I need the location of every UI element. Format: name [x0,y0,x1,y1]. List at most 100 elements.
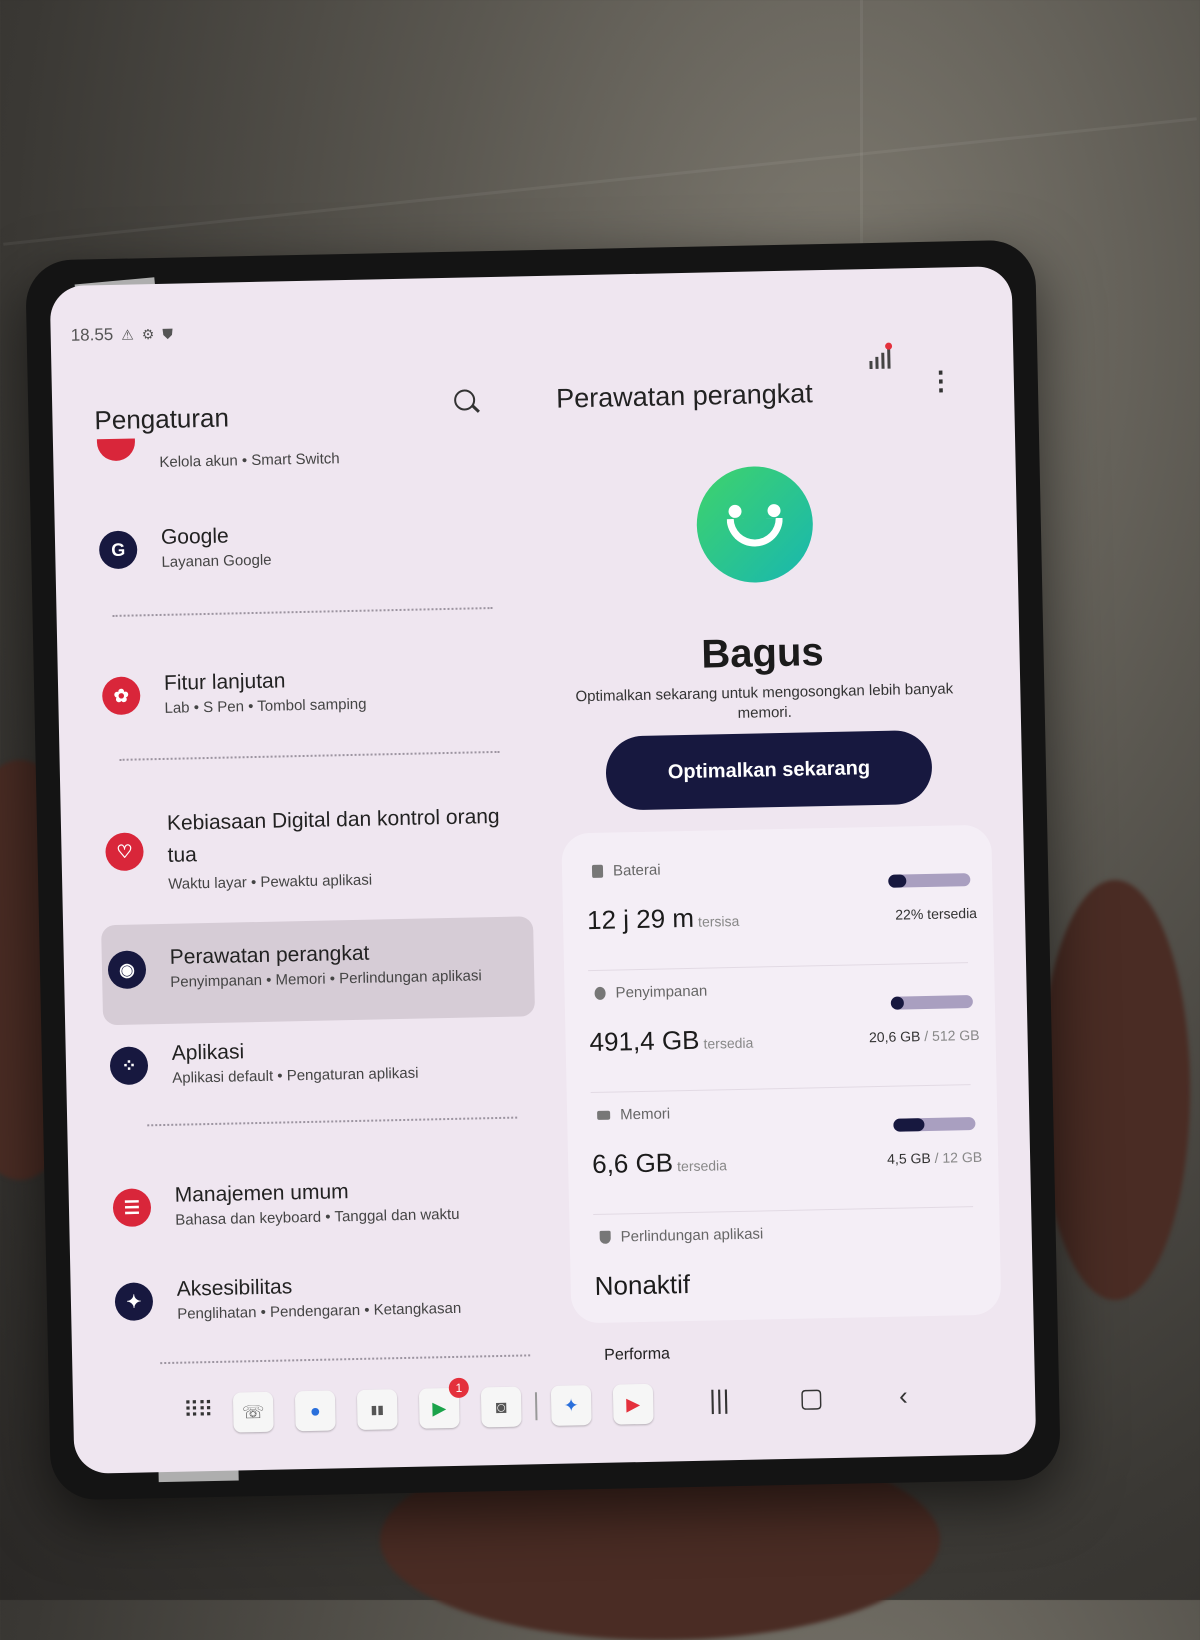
shield-icon: ⛊ [162,325,174,342]
settings-item-advanced-features[interactable]: ✿ Fitur lanjutan Lab • S Pen • Tombol sa… [101,660,533,729]
settings-item-title: Manajemen umum [174,1180,349,1207]
storage-value: 491,4 GB [589,1024,700,1058]
storage-label: Penyimpanan [615,982,708,1002]
memory-usage: 4,5 GB / 12 GB [887,1149,982,1167]
hand-right [1040,880,1190,1300]
messages-app-icon[interactable]: ● [294,1390,336,1432]
device-status: Bagus [700,630,825,677]
search-icon[interactable] [453,389,481,416]
settings-item-title: Fitur lanjutan [163,669,286,695]
optimize-now-button[interactable]: Optimalkan sekarang [605,729,933,811]
settings-item-subtitle: Lab • S Pen • Tombol samping [164,695,367,717]
storage-label-wrap: Penyimpanan [594,983,707,1002]
phone-app-icon[interactable]: ☏ [232,1391,274,1433]
divider [112,607,493,617]
more-options-icon[interactable]: ⋮ [928,365,955,397]
settings-item-title-line2: tua [167,843,198,867]
memory-icon [597,1110,611,1120]
settings-status-icon: ⚙ [141,325,155,342]
storage-bar [890,995,973,1010]
storage-total: / 512 GB [924,1026,980,1045]
settings-item-accessibility[interactable]: ✦ Aksesibilitas Penglihatan • Pendengara… [114,1266,545,1335]
storage-suffix: tersedia [703,1034,754,1052]
advanced-features-icon: ✿ [101,676,141,716]
status-time: 18.55 [70,324,114,345]
memory-value-wrap: 6,6 GB tersedia [592,1146,727,1180]
settings-item-title: Aksesibilitas [176,1275,293,1301]
memory-bar-fill [893,1118,925,1132]
protection-label: Perlindungan aplikasi [620,1225,764,1246]
gemini-app-icon[interactable]: ✦ [550,1385,592,1426]
settings-item-device-care[interactable]: ◉ Perawatan perangkat Penyimpanan • Memo… [107,934,538,1003]
settings-item-digital-wellbeing[interactable]: ♡ Kebiasaan Digital dan kontrol orang tu… [105,800,537,899]
protection-icon [599,1230,611,1244]
app-protection-row[interactable]: Perlindungan aplikasi Nonaktif [569,1211,1001,1340]
storage-icon [594,986,606,1000]
battery-suffix: tersisa [697,912,740,930]
storage-value-wrap: 491,4 GB tersedia [589,1024,753,1058]
memory-row[interactable]: Memori 6,6 GB tersedia 4,5 GB / 12 GB [567,1089,999,1218]
protection-value: Nonaktif [594,1269,691,1302]
app-drawer-icon[interactable]: ⠿⠿ [183,1397,212,1424]
settings-item-apps[interactable]: ⁘ Aplikasi Aplikasi default • Pengaturan… [109,1030,540,1099]
foldable-phone: 18.55 ⚠ ⚙ ⛊ Pengaturan Kelola akun • Sma… [25,239,1061,1501]
battery-bar-fill [888,874,907,888]
status-bar: 18.55 ⚠ ⚙ ⛊ [70,324,173,346]
performance-section-label: Performa [603,1345,671,1364]
youtube-app-icon[interactable]: ▶ [612,1383,654,1425]
settings-item-google[interactable]: G Google Layanan Google [98,514,530,583]
battery-bar [888,873,971,888]
battery-row[interactable]: Baterai 12 j 29 m tersisa 22% tersedia [562,845,994,974]
settings-title: Pengaturan [94,402,230,436]
taskbar: ⠿⠿ ☏ ● ▮▮ ▶ 1 ◙ ✦ ▶ ||| ▢ ‹ [73,1366,1037,1474]
accounts-icon [96,438,136,462]
settings-item-title: Kebiasaan Digital dan kontrol orang [166,804,500,835]
smiley-icon [695,465,815,584]
settings-item-subtitle: Layanan Google [161,551,272,571]
battery-label-wrap: Baterai [591,862,661,880]
digital-wellbeing-icon: ♡ [105,832,144,872]
battery-value-wrap: 12 j 29 m tersisa [587,902,740,936]
accessibility-icon: ✦ [114,1282,154,1322]
memory-bar [893,1117,976,1132]
home-icon[interactable]: ▢ [799,1382,824,1414]
floor-seam [860,0,863,260]
settings-item-subtitle: Waktu layar • Pewaktu aplikasi [168,871,373,893]
divider [147,1116,518,1127]
device-care-card: Baterai 12 j 29 m tersisa 22% tersedia Pe… [561,824,1002,1324]
recents-icon[interactable]: ||| [709,1384,730,1415]
taskbar-divider [534,1392,538,1421]
general-management-icon: ☰ [112,1188,152,1228]
battery-value: 12 j 29 m [586,902,695,936]
google-icon: G [98,530,138,570]
apps-icon: ⁘ [109,1046,149,1086]
memory-label-wrap: Memori [597,1105,670,1124]
memory-total: / 12 GB [934,1148,983,1166]
optimize-description: Optimalkan sekarang untuk mengosongkan l… [575,680,954,722]
device-care-icon: ◉ [107,950,147,990]
storage-used: 20,6 GB [868,1028,921,1046]
settings-item-title: Perawatan perangkat [169,941,370,969]
memory-label: Memori [619,1105,671,1124]
back-icon[interactable]: ‹ [899,1380,908,1411]
alert-icon: ⚠ [121,325,134,343]
memory-value: 6,6 GB [591,1147,674,1180]
memory-used: 4,5 GB [887,1149,931,1167]
divider [119,750,500,761]
memory-suffix: tersedia [677,1157,728,1175]
settings-item-title: Aplikasi [171,1040,245,1065]
settings-item-accounts-partial[interactable]: Kelola akun • Smart Switch [96,438,528,483]
app-icon[interactable]: ▮▮ [356,1389,398,1431]
protection-label-wrap: Perlindungan aplikasi [599,1225,764,1246]
notification-badge: 1 [448,1377,470,1399]
screen: 18.55 ⚠ ⚙ ⛊ Pengaturan Kelola akun • Sma… [49,266,1037,1474]
storage-bar-fill [890,996,905,1010]
storage-row[interactable]: Penyimpanan 491,4 GB tersedia 20,6 GB / 5… [564,967,996,1096]
storage-usage: 20,6 GB / 512 GB [869,1027,980,1045]
battery-icon [591,864,604,878]
floor-seam [3,117,1197,246]
camera-app-icon[interactable]: ◙ [480,1386,522,1428]
battery-available: 22% tersedia [895,904,978,923]
settings-item-general-management[interactable]: ☰ Manajemen umum Bahasa dan keyboard • T… [112,1172,543,1241]
divider [160,1354,531,1365]
